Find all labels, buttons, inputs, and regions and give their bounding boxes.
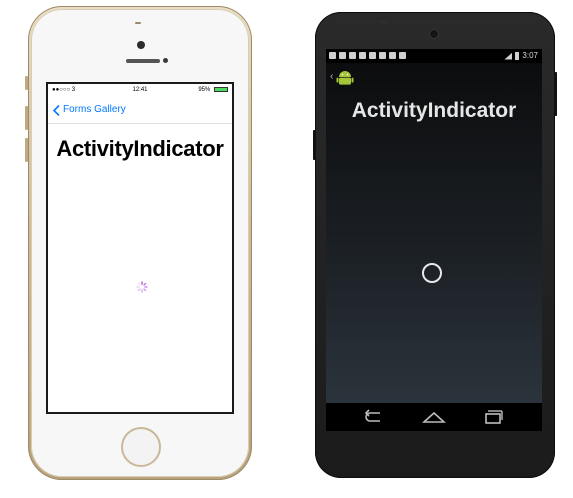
iphone-device: ●●○○○ 3 12:41 95% Forms Gallery Activity… bbox=[25, 6, 252, 480]
activity-spinner-icon bbox=[422, 263, 442, 283]
back-icon[interactable] bbox=[362, 409, 384, 425]
up-caret-icon[interactable]: ‹ bbox=[330, 71, 333, 82]
mail-icon bbox=[359, 52, 366, 59]
mute-switch bbox=[25, 76, 28, 90]
proximity-sensor bbox=[163, 58, 168, 63]
volume-rocker bbox=[554, 72, 557, 116]
battery-percent: 95% bbox=[198, 87, 211, 93]
ios-navigation-bar: Forms Gallery bbox=[48, 96, 232, 124]
action-bar: ‹ bbox=[326, 63, 542, 97]
status-right: 3:07 bbox=[504, 49, 538, 63]
signal-icon bbox=[504, 52, 513, 60]
android-device: 3:07 ‹ ActivityIndicator bbox=[313, 12, 557, 478]
home-icon[interactable] bbox=[422, 409, 446, 425]
recent-apps-icon[interactable] bbox=[482, 409, 504, 425]
ios-screen: ●●○○○ 3 12:41 95% Forms Gallery Activity… bbox=[46, 82, 234, 414]
facebook-icon bbox=[369, 52, 376, 59]
notification-icons bbox=[329, 52, 406, 59]
android-screen: 3:07 ‹ ActivityIndicator bbox=[326, 49, 542, 431]
play-icon bbox=[389, 52, 396, 59]
front-camera bbox=[137, 41, 145, 49]
chevron-left-icon bbox=[53, 104, 60, 116]
battery-icon bbox=[214, 86, 228, 92]
home-button[interactable] bbox=[121, 427, 161, 467]
notification-icon-1 bbox=[329, 52, 336, 59]
notification-led bbox=[379, 20, 387, 23]
battery-indicator: 95% bbox=[198, 84, 228, 96]
notification-icon-3 bbox=[349, 52, 356, 59]
back-button[interactable]: Forms Gallery bbox=[53, 103, 126, 117]
volume-up-button bbox=[25, 106, 28, 130]
iphone-face: ●●○○○ 3 12:41 95% Forms Gallery Activity… bbox=[31, 9, 249, 477]
ios-status-bar: ●●○○○ 3 12:41 95% bbox=[48, 84, 232, 96]
notification-icon-8 bbox=[399, 52, 406, 59]
back-button-label: Forms Gallery bbox=[63, 104, 126, 115]
page-title: ActivityIndicator bbox=[351, 99, 517, 122]
android-app-icon[interactable] bbox=[336, 69, 354, 87]
notification-icon-6 bbox=[379, 52, 386, 59]
earpiece-speaker bbox=[126, 59, 160, 63]
front-camera bbox=[429, 29, 439, 39]
battery-icon bbox=[515, 52, 520, 60]
status-time: 3:07 bbox=[522, 51, 538, 60]
activity-spinner-icon bbox=[136, 281, 148, 293]
android-nav-bar bbox=[326, 403, 542, 431]
page-title: ActivityIndicator bbox=[56, 136, 224, 161]
android-status-bar: 3:07 bbox=[326, 49, 542, 63]
notification-icon-2 bbox=[339, 52, 346, 59]
power-button bbox=[313, 130, 316, 160]
volume-down-button bbox=[25, 138, 28, 162]
top-slot bbox=[135, 22, 141, 24]
